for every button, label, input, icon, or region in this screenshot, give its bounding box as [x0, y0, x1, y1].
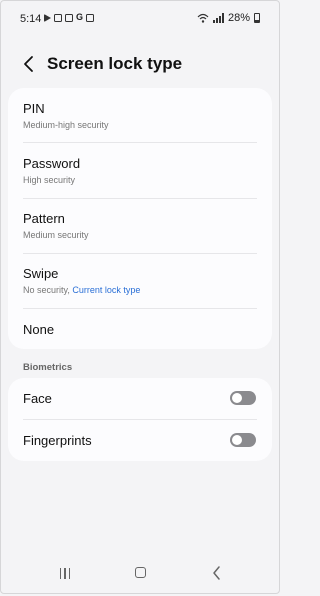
lock-option-swipe[interactable]: Swipe No security, Current lock type — [8, 266, 272, 295]
divider — [23, 142, 257, 143]
biometrics-card: Face Fingerprints — [8, 378, 272, 461]
lock-option-sub: Medium-high security — [23, 120, 109, 130]
notification-icons: G — [44, 12, 95, 22]
lock-type-card: PIN Medium-high security Password High s… — [8, 88, 272, 349]
home-button[interactable] — [131, 564, 151, 582]
current-lock-type-label: Current lock type — [72, 285, 141, 295]
back-arrow-icon[interactable] — [18, 52, 42, 76]
divider — [23, 419, 257, 420]
wifi-icon — [197, 13, 209, 23]
lock-option-pattern[interactable]: Pattern Medium security — [8, 211, 272, 240]
lock-option-label: Password — [23, 156, 81, 171]
page-title: Screen lock type — [47, 54, 183, 73]
gallery-icon — [65, 13, 73, 22]
security-level: No security, — [23, 285, 70, 295]
status-bar: 5:14 G 28% — [0, 0, 282, 38]
divider — [23, 253, 257, 254]
app-header: Screen lock type — [0, 46, 282, 82]
status-time: 5:14 — [20, 13, 42, 25]
lock-option-none[interactable]: None — [8, 322, 272, 337]
check-icon — [54, 13, 62, 22]
battery-icon — [254, 13, 260, 23]
face-toggle[interactable] — [230, 391, 256, 405]
lock-option-label: PIN — [23, 101, 45, 116]
signal-icon — [212, 13, 224, 23]
divider — [23, 198, 257, 199]
calendar-icon — [86, 13, 95, 22]
battery-percent: 28% — [227, 12, 250, 24]
lock-option-label: None — [23, 322, 55, 337]
google-icon: G — [76, 12, 84, 22]
lock-option-label: Swipe — [23, 266, 59, 281]
divider — [23, 308, 257, 309]
lock-option-sub: Medium security — [23, 230, 89, 240]
biometrics-section-header: Biometrics — [23, 362, 73, 373]
lock-option-sub: No security, Current lock type — [23, 285, 272, 295]
lock-option-pin[interactable]: PIN Medium-high security — [8, 101, 272, 130]
lock-option-password[interactable]: Password High security — [8, 156, 272, 185]
fingerprints-toggle[interactable] — [230, 433, 256, 447]
status-right: 28% — [197, 12, 260, 24]
back-nav-icon[interactable] — [207, 564, 227, 582]
lock-option-sub: High security — [23, 175, 76, 185]
lock-option-label: Pattern — [23, 211, 65, 226]
recents-button[interactable] — [55, 564, 75, 582]
play-store-icon — [44, 13, 51, 22]
navigation-bar — [0, 560, 282, 586]
